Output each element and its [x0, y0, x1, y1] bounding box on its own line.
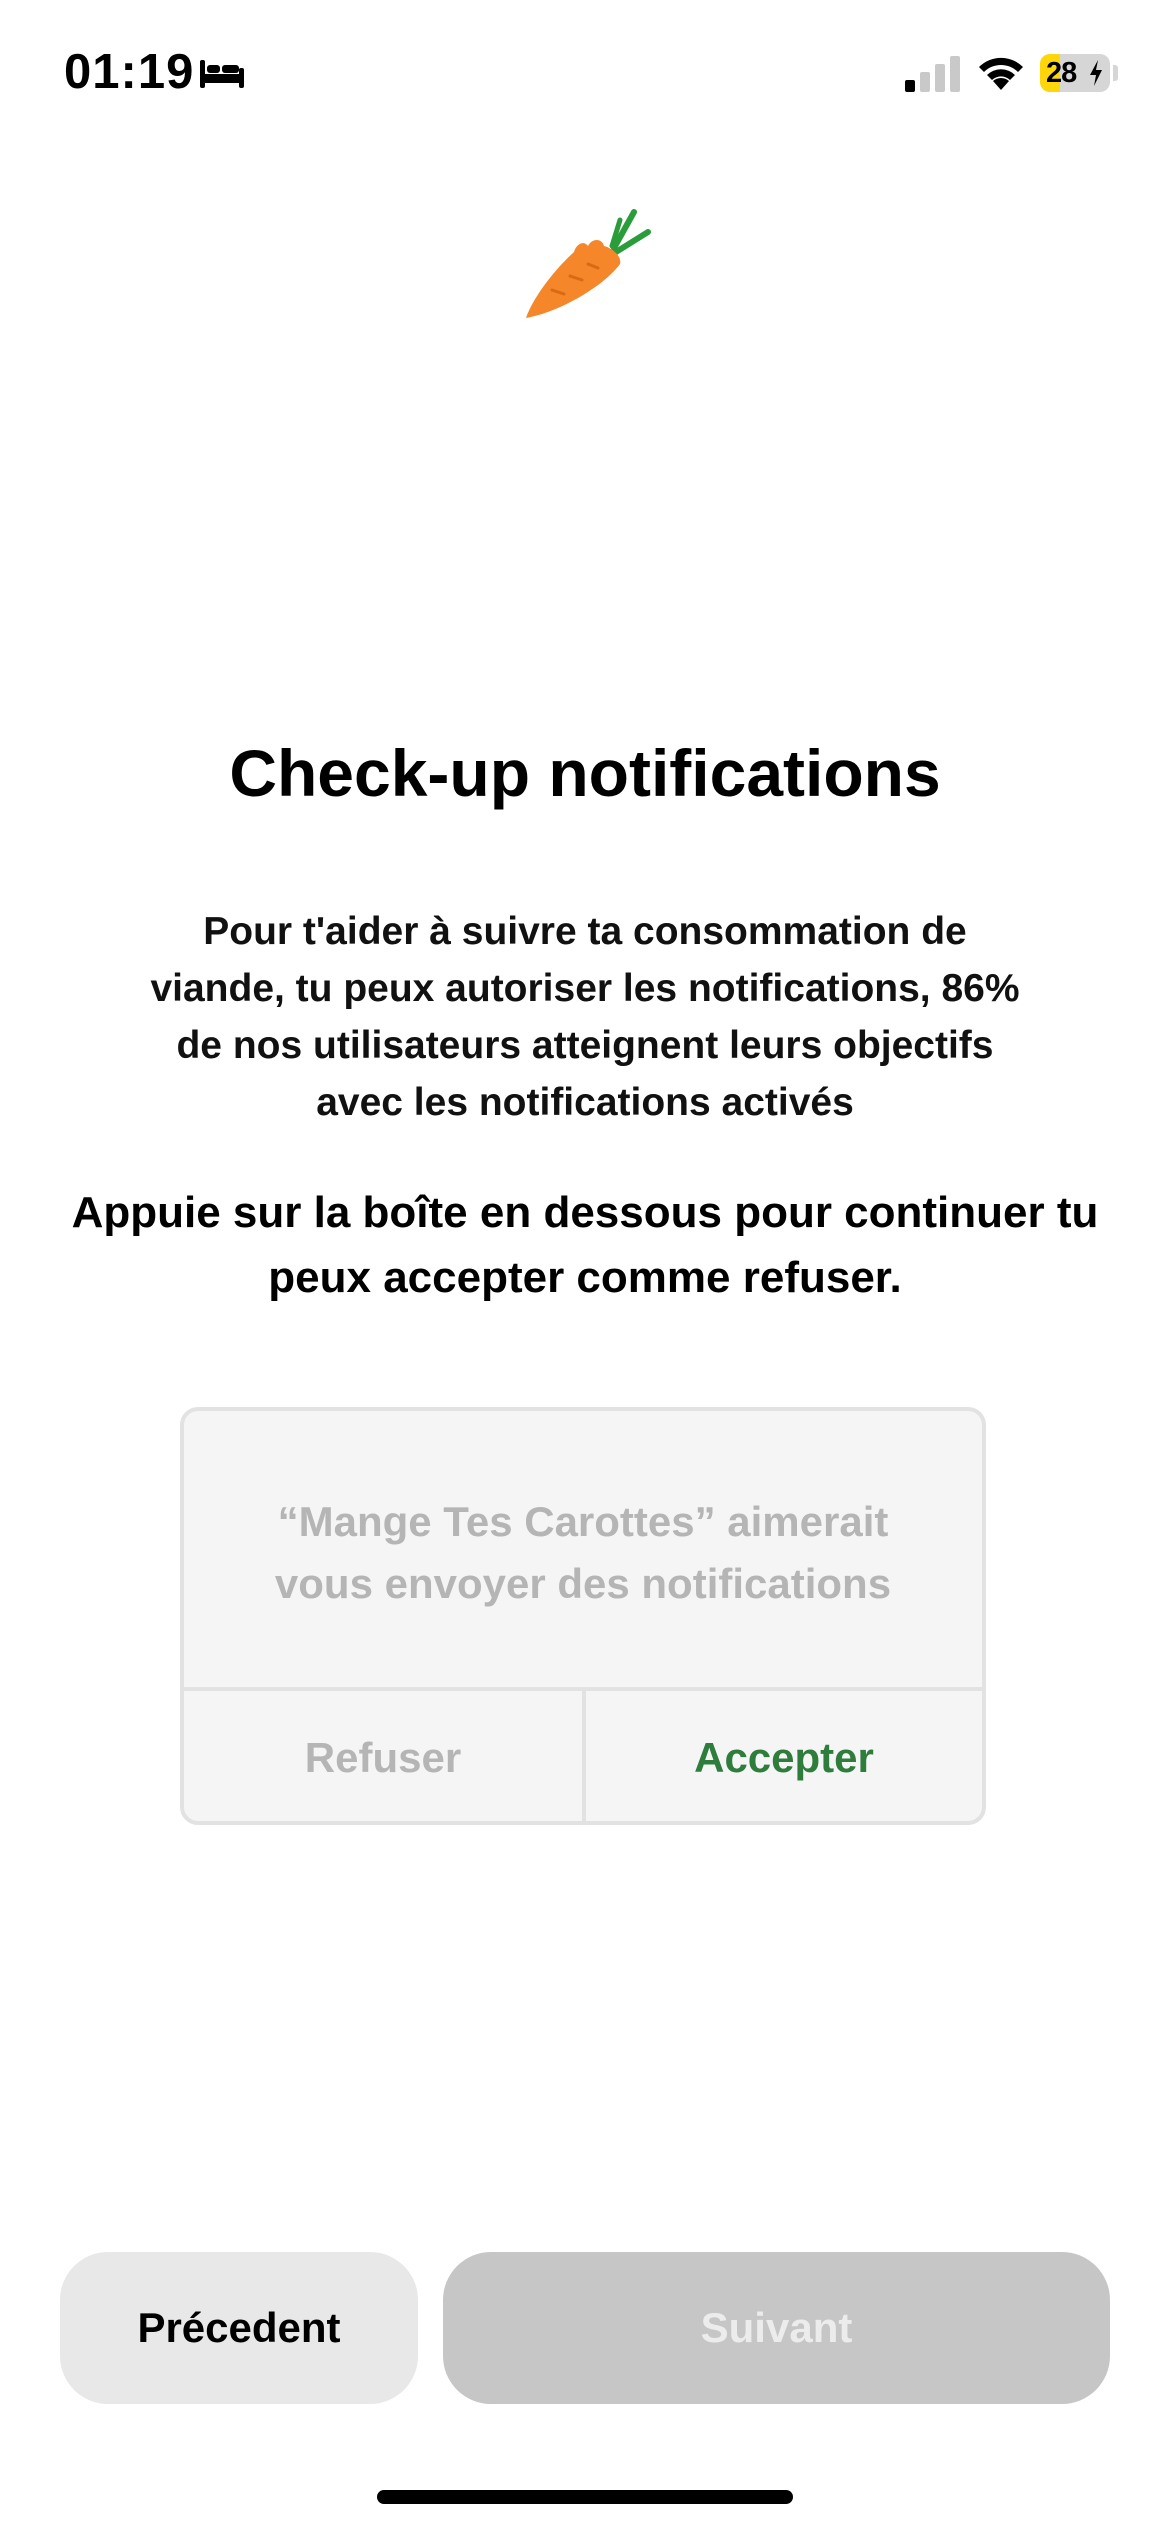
notification-permission-box[interactable]: “Mange Tes Carottes” aimerait vous envoy… — [180, 1407, 986, 1825]
status-bar: 01:19 28 — [0, 0, 1170, 150]
charging-bolt-icon — [1090, 60, 1102, 86]
battery-level-text: 28 — [1046, 57, 1077, 89]
carrot-icon — [526, 209, 651, 318]
refuse-button[interactable]: Refuser — [184, 1691, 582, 1821]
alert-message: “Mange Tes Carottes” aimerait vous envoy… — [184, 1491, 982, 1615]
alert-message-line-2: vous envoyer des notifications — [274, 1560, 892, 1607]
alert-message-line-1: “Mange Tes Carottes” aimerait — [277, 1498, 889, 1545]
next-button[interactable]: Suivant — [443, 2252, 1110, 2404]
accept-button[interactable]: Accepter — [586, 1691, 982, 1821]
next-button-label: Suivant — [700, 2304, 853, 2351]
home-indicator[interactable] — [377, 2490, 793, 2504]
battery-indicator: 28 — [1040, 54, 1110, 92]
description-text: Pour t'aider à suivre ta consommation de… — [150, 910, 1020, 1124]
wifi-icon — [979, 57, 1023, 90]
cellular-signal-icon — [905, 56, 960, 92]
previous-button-label: Précedent — [137, 2304, 341, 2351]
instruction-text: Appuie sur la boîte en dessous pour cont… — [71, 1188, 1099, 1302]
bed-icon — [200, 60, 244, 88]
previous-button[interactable]: Précedent — [60, 2252, 418, 2404]
battery-cap — [1113, 65, 1118, 81]
page-title: Check-up notifications — [229, 736, 941, 810]
status-time: 01:19 — [64, 45, 195, 99]
